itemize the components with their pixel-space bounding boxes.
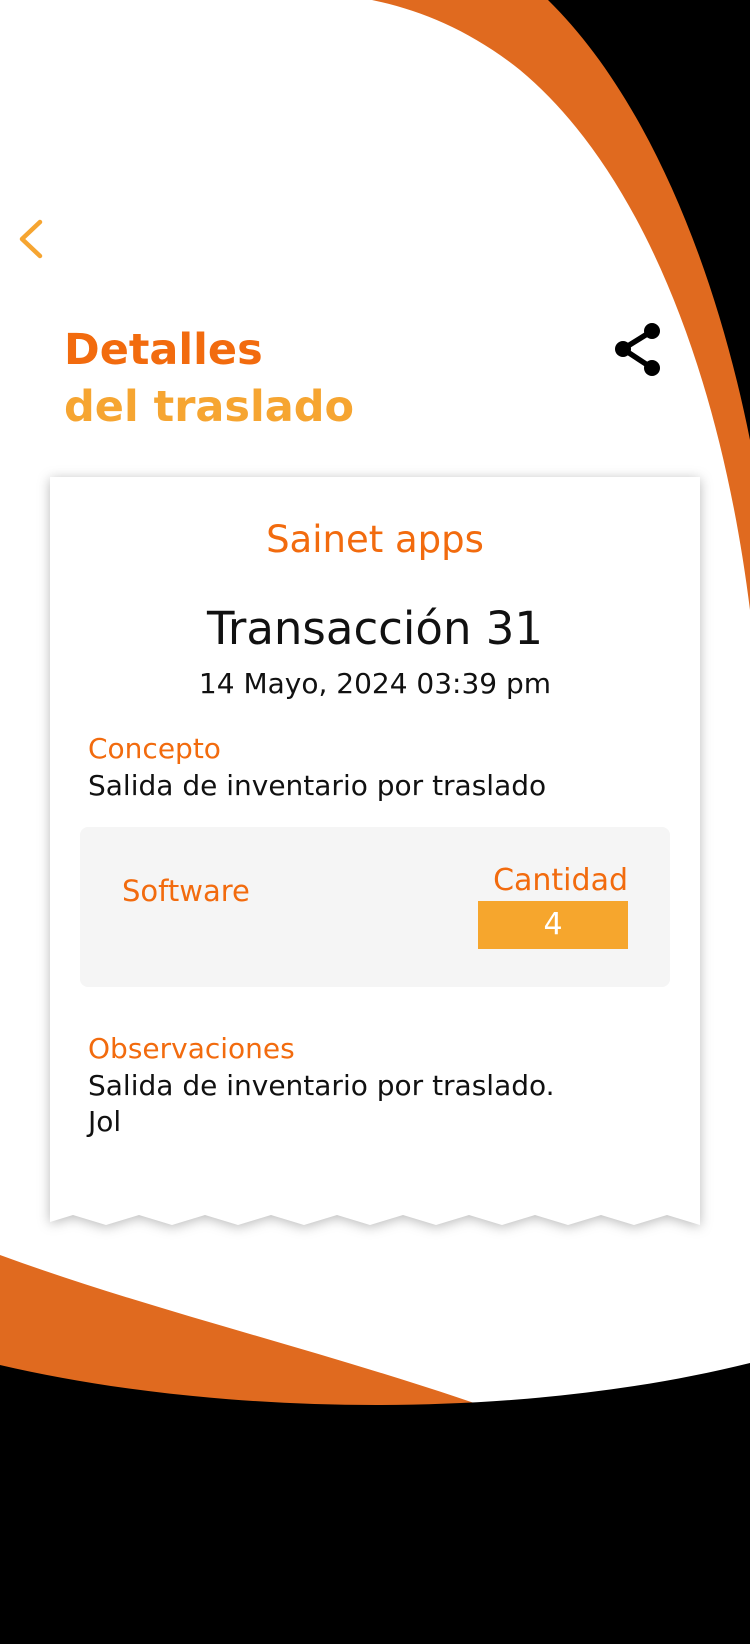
share-button[interactable] [610, 320, 666, 380]
page-title-line1: Detalles [64, 325, 263, 375]
observations-line1: Salida de inventario por traslado. [88, 1069, 555, 1102]
receipt-card: Sainet apps Transacción 31 14 Mayo, 2024… [50, 477, 700, 1177]
concept-value: Salida de inventario por traslado [88, 769, 547, 802]
quantity-label: Cantidad [493, 863, 628, 898]
back-button[interactable] [12, 212, 52, 266]
page-title: Detalles del traslado [64, 322, 354, 436]
item-name: Software [122, 874, 250, 908]
transaction-title: Transacción 31 [206, 602, 544, 655]
share-icon [615, 323, 660, 376]
quantity-badge: 4 [478, 901, 628, 949]
chevron-left-icon [19, 219, 43, 259]
observations-label: Observaciones [88, 1032, 295, 1065]
concept-label: Concepto [88, 732, 221, 765]
observations-line2: Jol [88, 1105, 122, 1138]
page-title-line2: del traslado [64, 382, 355, 432]
item-row: Software Cantidad 4 [80, 827, 670, 987]
bottom-black-area [0, 1363, 750, 1644]
transaction-date: 14 Mayo, 2024 03:39 pm [198, 667, 552, 700]
company-name: Sainet apps [266, 518, 484, 561]
